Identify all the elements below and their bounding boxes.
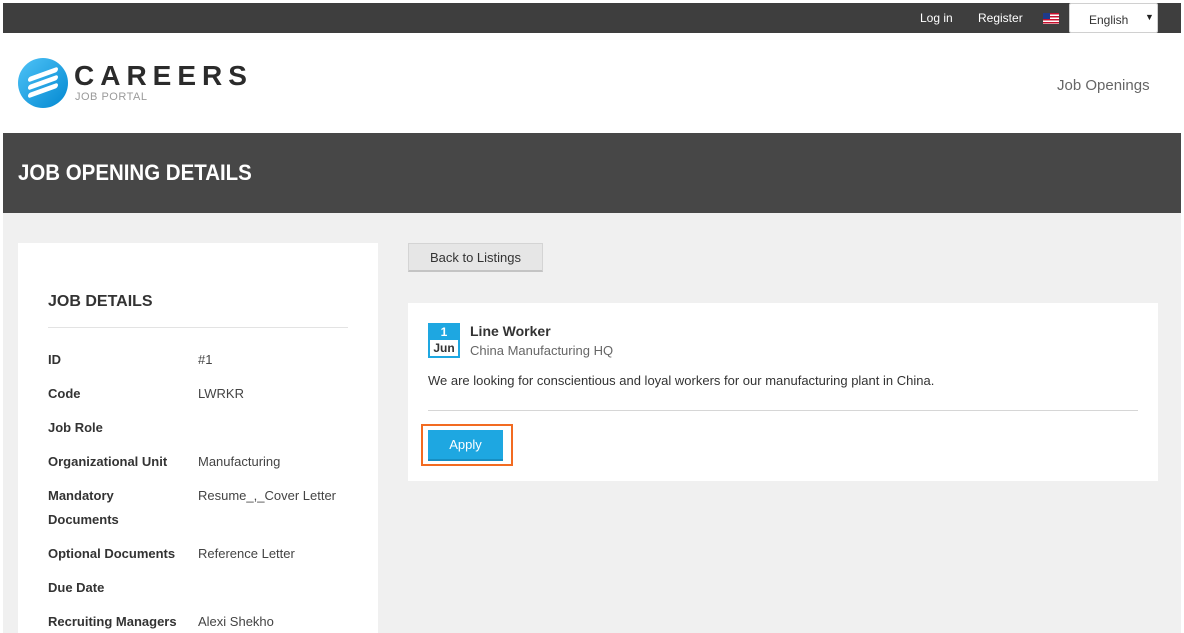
detail-label-recruiting-managers: Recruiting Managers (48, 614, 177, 629)
detail-value-mandatory-docs: Resume_,_Cover Letter (198, 488, 337, 503)
page: Log in Register English ▼ CAREERS JOB PO… (3, 3, 1181, 633)
divider (428, 410, 1138, 411)
detail-value-org-unit: Manufacturing (198, 454, 281, 469)
date-month: Jun (433, 341, 455, 355)
detail-value-optional-docs: Reference Letter (198, 546, 295, 561)
chevron-down-icon: ▼ (1145, 12, 1154, 22)
nav-job-openings[interactable]: Job Openings (1057, 77, 1150, 94)
detail-label-code: Code (48, 386, 81, 401)
apply-button[interactable]: Apply (428, 430, 503, 461)
job-details-panel: JOB DETAILS ID #1 Code LWRKR Job Role Or… (18, 243, 378, 633)
job-details-title: JOB DETAILS (48, 293, 153, 310)
language-select-value: English (1089, 13, 1129, 27)
detail-label-due-date: Due Date (48, 580, 105, 595)
detail-label-optional-docs: Optional Documents (48, 546, 176, 561)
detail-label-job-role: Job Role (48, 420, 103, 435)
date-day: 1 (430, 325, 458, 340)
logo-title[interactable]: CAREERS (74, 60, 253, 92)
job-location: China Manufacturing HQ (470, 343, 614, 358)
job-card: 1 Jun Line Worker China Manufacturing HQ… (408, 303, 1158, 481)
site-header: CAREERS JOB PORTAL Job Openings (3, 33, 1181, 133)
job-title: Line Worker (470, 323, 551, 339)
detail-value-code: LWRKR (198, 386, 244, 401)
detail-value-recruiting-managers: Alexi Shekho (198, 614, 274, 629)
language-select[interactable]: English ▼ (1069, 3, 1158, 33)
login-link[interactable]: Log in (920, 11, 953, 25)
page-banner: JOB OPENING DETAILS (3, 133, 1181, 213)
job-description: We are looking for conscientious and loy… (428, 373, 935, 388)
us-flag-icon (1043, 13, 1059, 24)
register-link[interactable]: Register (978, 11, 1023, 25)
divider (48, 327, 348, 328)
detail-label-mandatory-docs: Mandatory Documents (48, 488, 119, 527)
page-title: JOB OPENING DETAILS (18, 160, 252, 185)
careers-logo-icon[interactable] (18, 58, 68, 108)
logo-subtitle: JOB PORTAL (75, 91, 148, 103)
detail-value-id: #1 (198, 352, 213, 367)
detail-label-org-unit: Organizational Unit (48, 454, 168, 469)
detail-label-id: ID (48, 352, 61, 367)
top-bar: Log in Register English ▼ (3, 3, 1181, 33)
date-badge: 1 Jun (428, 323, 460, 358)
back-to-listings-button[interactable]: Back to Listings (408, 243, 543, 272)
